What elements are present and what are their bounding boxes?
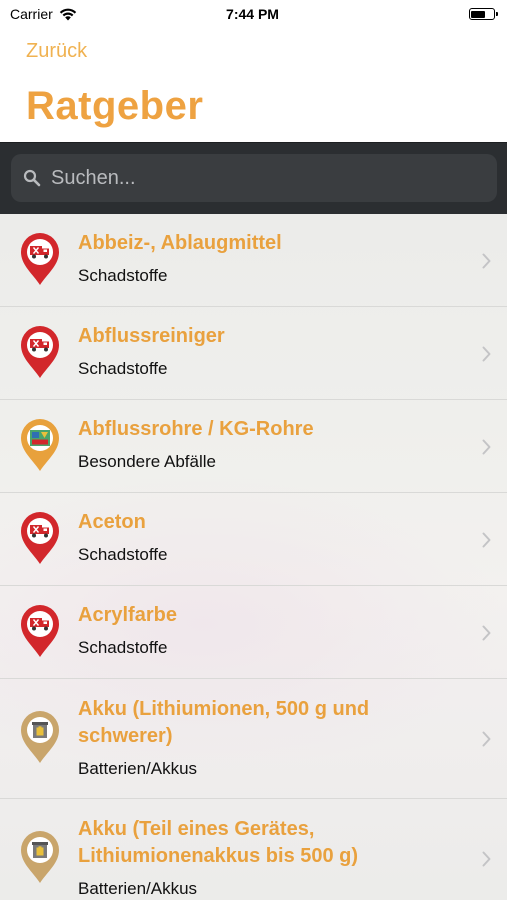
hazardous-truck-pin-icon	[18, 510, 62, 571]
battery-bin-pin-icon	[18, 829, 62, 890]
chevron-right-icon	[482, 253, 491, 274]
list-item-title: Acrylfarbe	[78, 602, 467, 629]
list-item[interactable]: Abflussrohre / KG-Rohre Besondere Abfälle	[0, 400, 507, 493]
hazardous-truck-pin-icon	[18, 603, 62, 664]
list-item[interactable]: Abflussreiniger Schadstoffe	[0, 307, 507, 400]
list-item[interactable]: Aceton Schadstoffe	[0, 493, 507, 586]
special-waste-pin-icon	[18, 417, 62, 478]
list-item-title-line: Aceton	[78, 511, 146, 533]
status-right	[335, 8, 498, 20]
list-item-subtitle: Schadstoffe	[78, 638, 168, 657]
list-item-text: Akku (Lithiumionen, 500 g und schwerer) Ba…	[78, 696, 467, 779]
battery-bin-pin-icon	[18, 709, 62, 770]
list-item-subtitle: Schadstoffe	[78, 359, 168, 378]
search-input[interactable]	[51, 166, 471, 190]
battery-icon	[468, 8, 498, 20]
list-item-subtitle: Schadstoffe	[78, 266, 168, 285]
search-field-container[interactable]	[11, 154, 497, 202]
list-item-subtitle: Batterien/Akkus	[78, 879, 198, 898]
chevron-right-icon	[482, 731, 491, 752]
list-item[interactable]: Acrylfarbe Schadstoffe	[0, 586, 507, 679]
status-bar: Carrier 7:44 PM	[0, 0, 507, 28]
list-item-subtitle: Besondere Abfälle	[78, 452, 216, 471]
list-item[interactable]: Abbeiz-, Ablaugmittel Schadstoffe	[0, 214, 507, 307]
chevron-right-icon	[482, 625, 491, 646]
list-item-title-line: Acrylfarbe	[78, 604, 177, 626]
list-item-title-line: schwerer)	[78, 725, 173, 747]
chevron-right-icon	[482, 851, 491, 872]
page-title: Ratgeber	[26, 84, 204, 128]
list-item-title-line: Abflussrohre / KG-Rohre	[78, 418, 314, 440]
wifi-icon	[59, 8, 76, 20]
list-item[interactable]: Akku (Teil eines Gerätes, Lithiumionenakk…	[0, 799, 507, 900]
list-item-title: Abflussrohre / KG-Rohre	[78, 416, 467, 443]
hazardous-truck-pin-icon	[18, 231, 62, 292]
list-item-title: Abflussreiniger	[78, 323, 467, 350]
list-item-text: Abbeiz-, Ablaugmittel Schadstoffe	[78, 230, 467, 286]
list-item-title: Akku (Lithiumionen, 500 g und schwerer)	[78, 696, 467, 750]
list-item-title: Akku (Teil eines Gerätes, Lithiumionenakk…	[78, 816, 467, 870]
status-time: 7:44 PM	[226, 6, 279, 22]
hazardous-truck-pin-icon	[18, 324, 62, 385]
list-item-text: Abflussreiniger Schadstoffe	[78, 323, 467, 379]
list-item[interactable]: Akku (Lithiumionen, 500 g und schwerer) Ba…	[0, 679, 507, 799]
list-item-subtitle: Batterien/Akkus	[78, 759, 198, 778]
list-item-text: Aceton Schadstoffe	[78, 509, 467, 565]
list-item-text: Acrylfarbe Schadstoffe	[78, 602, 467, 658]
list-item-text: Akku (Teil eines Gerätes, Lithiumionenakk…	[78, 816, 467, 899]
list-item-subtitle: Schadstoffe	[78, 545, 168, 564]
search-bar	[0, 142, 507, 214]
chevron-right-icon	[482, 346, 491, 367]
status-left: Carrier	[10, 6, 170, 22]
chevron-right-icon	[482, 532, 491, 553]
back-button[interactable]: Zurück	[26, 40, 87, 63]
list-item-title: Abbeiz-, Ablaugmittel	[78, 230, 467, 257]
advice-list: Abbeiz-, Ablaugmittel Schadstoffe Abflussr…	[0, 214, 507, 900]
list-item-title-line: Akku (Teil eines Gerätes,	[78, 818, 315, 840]
chevron-right-icon	[482, 439, 491, 460]
list-item-title-line: Abflussreiniger	[78, 325, 225, 347]
list-item-text: Abflussrohre / KG-Rohre Besondere Abfälle	[78, 416, 467, 472]
list-item-title-line: Abbeiz-, Ablaugmittel	[78, 232, 282, 254]
list-item-title-line: Akku (Lithiumionen, 500 g und	[78, 698, 370, 720]
list-item-title-line: Lithiumionenakkus bis 500 g)	[78, 845, 359, 867]
search-icon	[23, 169, 41, 187]
carrier-label: Carrier	[10, 6, 53, 22]
list-item-title: Aceton	[78, 509, 467, 536]
